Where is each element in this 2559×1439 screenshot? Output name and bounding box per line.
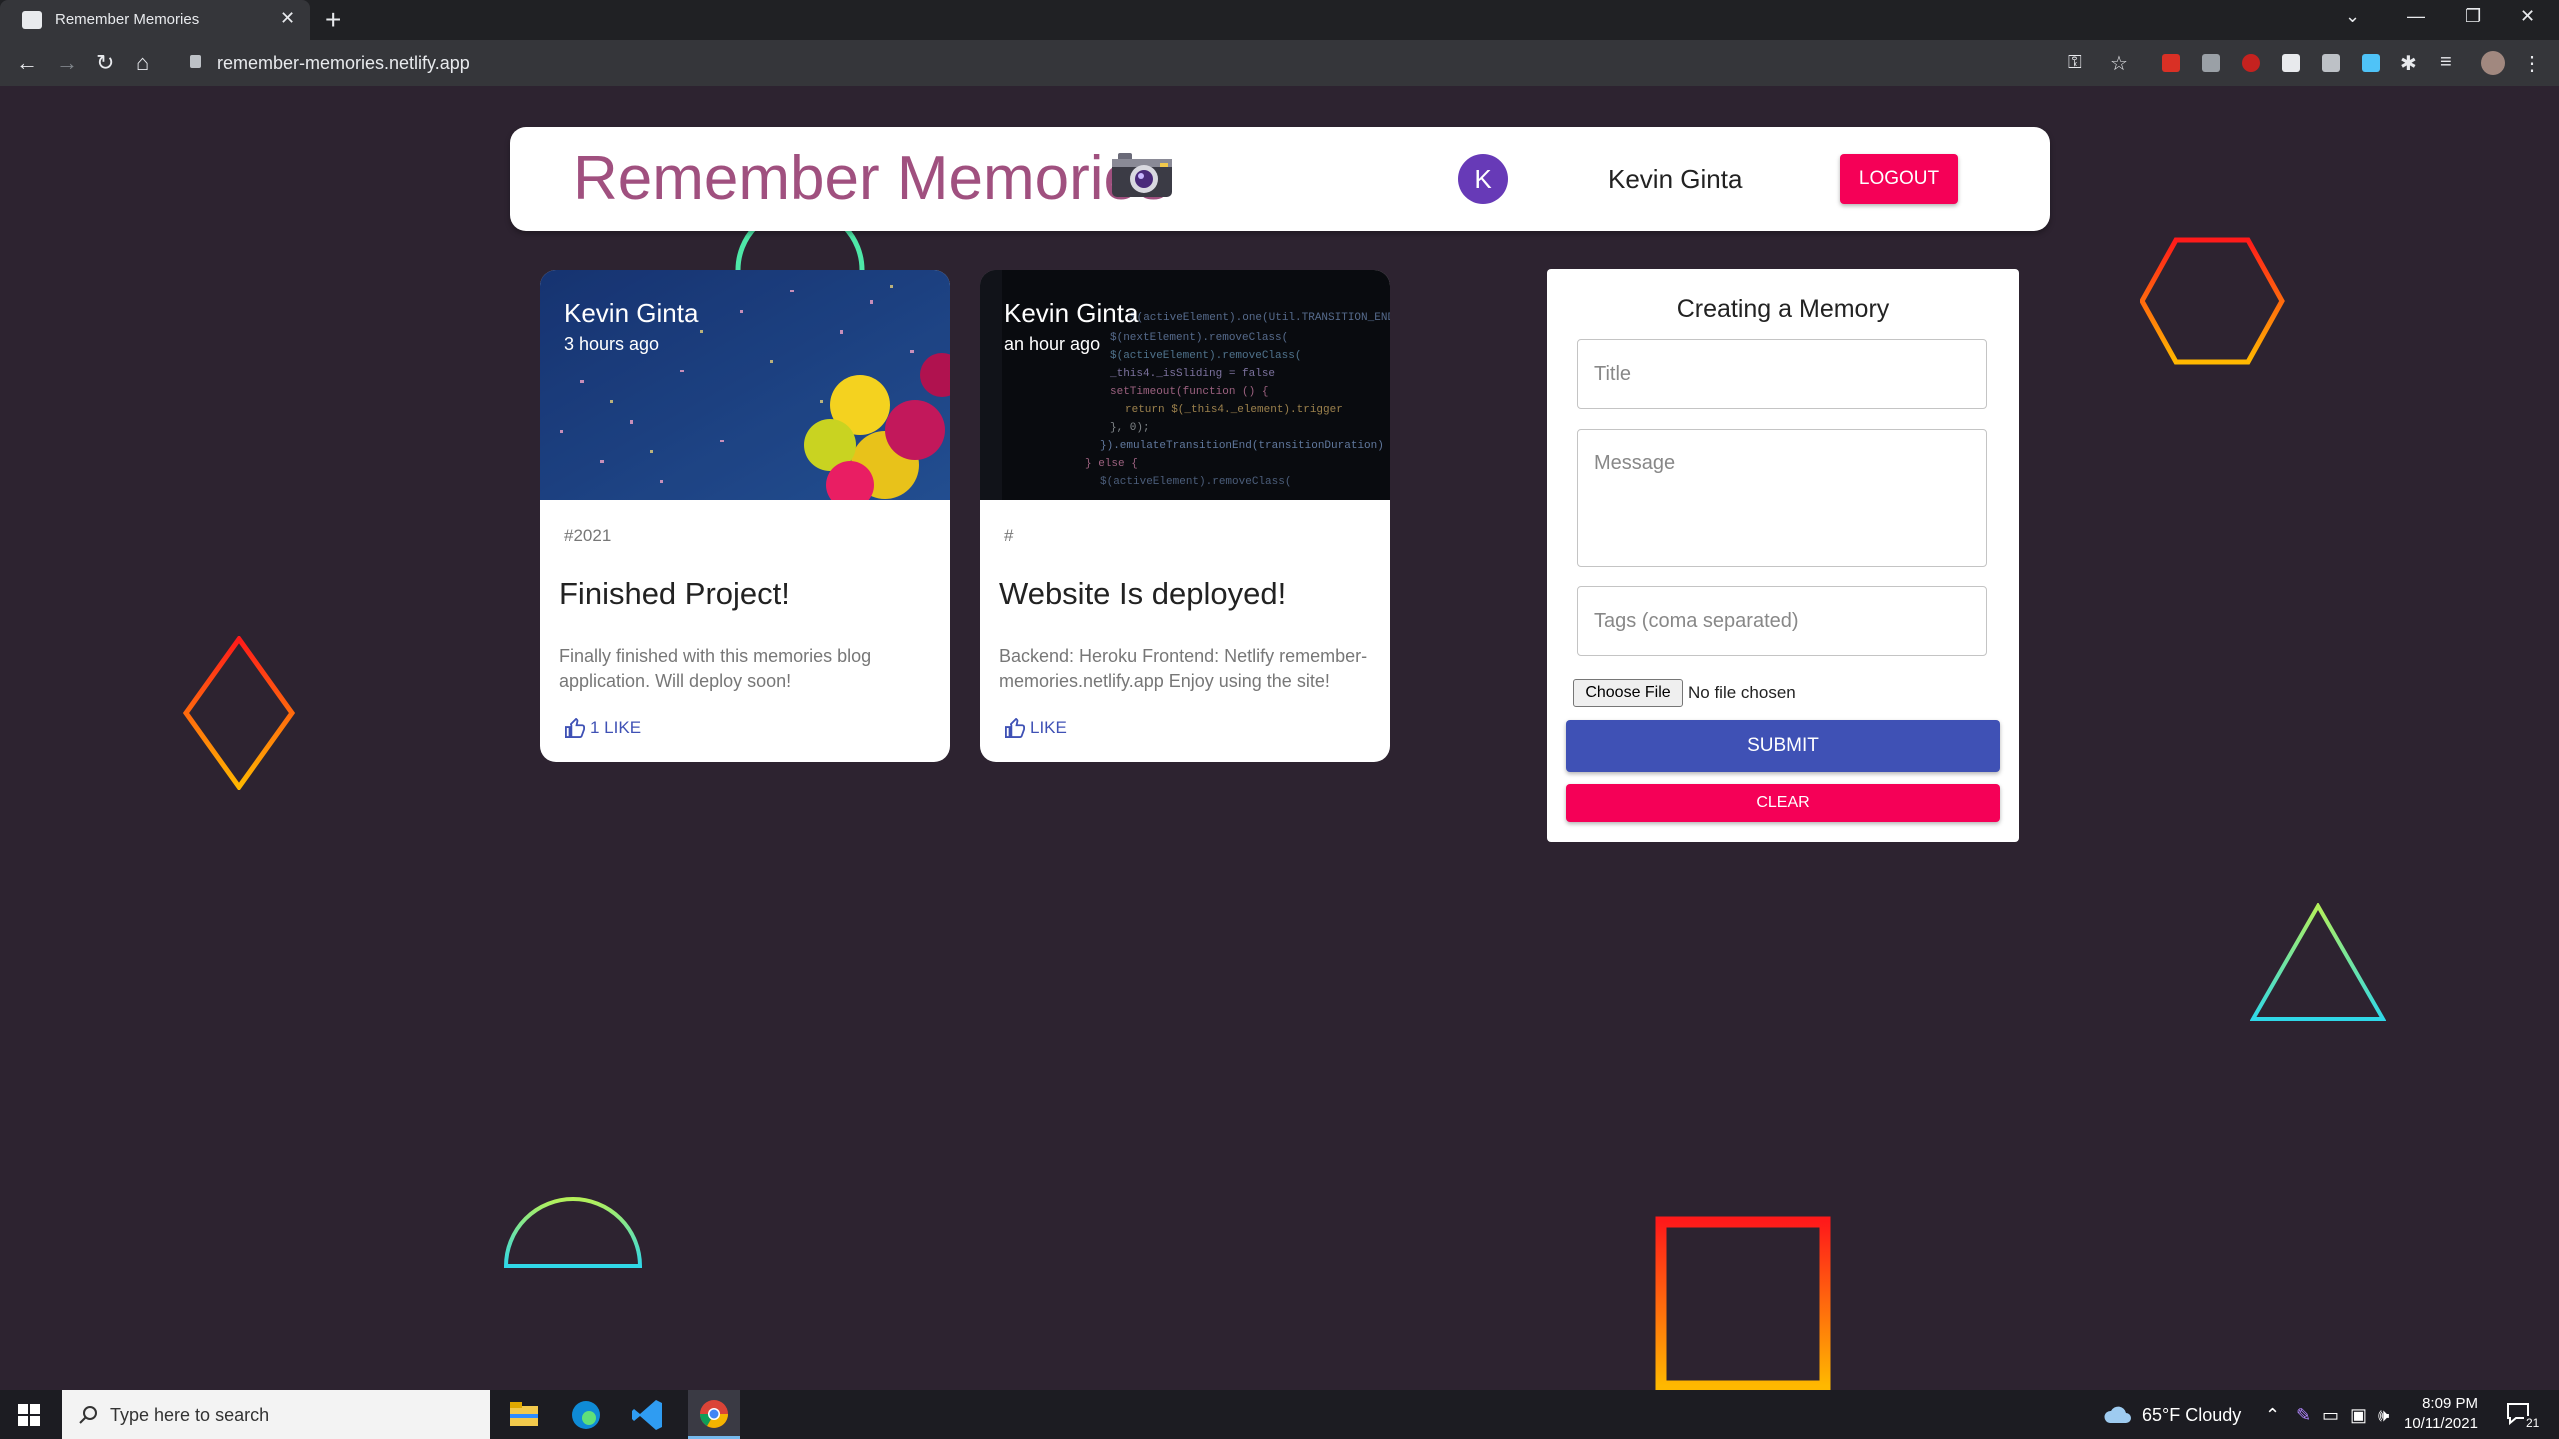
square-decoration	[1655, 1216, 1831, 1390]
reload-icon[interactable]: ↻	[96, 50, 114, 76]
memory-card: $(activeElement).one(Util.TRANSITION_END…	[980, 270, 1390, 762]
post-time: an hour ago	[1004, 334, 1101, 354]
like-label: LIKE	[1030, 718, 1067, 737]
network-icon[interactable]: ▭	[2322, 1405, 2339, 1426]
avatar: K	[1458, 154, 1508, 204]
thumb-up-icon	[1005, 717, 1025, 738]
new-tab-icon[interactable]: +	[325, 4, 341, 36]
ublock-icon[interactable]	[2242, 54, 2260, 72]
like-button[interactable]: 1 LIKE	[564, 717, 642, 738]
pen-icon[interactable]: ✎	[2296, 1405, 2311, 1426]
back-icon[interactable]: ←	[16, 50, 38, 76]
create-memory-form: Creating a Memory Choose File No file ch…	[1547, 269, 2019, 842]
star-icon[interactable]: ☆	[2110, 51, 2128, 76]
form-heading: Creating a Memory	[1676, 295, 1890, 323]
taskbar-search[interactable]: Type here to search	[62, 1390, 490, 1439]
tab-favicon-icon	[22, 11, 42, 29]
close-window-icon[interactable]: ✕	[2520, 6, 2535, 27]
forward-icon[interactable]: →	[56, 50, 78, 76]
home-icon[interactable]: ⌂	[136, 50, 149, 76]
volume-icon[interactable]: 🕪	[2378, 1405, 2389, 1426]
lock-icon[interactable]	[190, 55, 201, 68]
clock-date: 10/11/2021	[2404, 1415, 2478, 1432]
post-tags: #2021	[564, 526, 612, 545]
thumb-up-icon	[565, 717, 585, 738]
chrome-taskbar-button[interactable]	[688, 1390, 740, 1439]
memory-card: Kevin Ginta 3 hours ago #2021 Finished P…	[540, 270, 950, 762]
minimize-icon[interactable]: —	[2407, 6, 2425, 27]
browser-toolbar: ← → ↻ ⌂ remember-memories.netlify.app ⚿ …	[0, 40, 2559, 86]
key-icon[interactable]: ⚿	[2068, 52, 2082, 73]
like-button[interactable]: LIKE	[1004, 717, 1067, 738]
post-message: Backend: Heroku Frontend: Netlify rememb…	[999, 646, 1368, 691]
camera-icon	[1112, 153, 1172, 197]
notification-count: 21	[2524, 1416, 2542, 1430]
hexagon-decoration	[2140, 237, 2285, 365]
vscode-icon[interactable]	[628, 1396, 668, 1434]
extension-icon[interactable]	[2162, 54, 2180, 72]
post-title: Finished Project!	[559, 576, 790, 611]
user-name: Kevin Ginta	[1608, 164, 1743, 194]
browser-tabstrip: Remember Memories ✕ + ⌄ — ❐ ✕	[0, 0, 2559, 40]
diamond-decoration	[183, 636, 295, 790]
like-label: 1 LIKE	[590, 718, 642, 737]
choose-file-button[interactable]: Choose File	[1573, 679, 1683, 707]
file-status: No file chosen	[1688, 683, 1796, 702]
post-tags: #	[1004, 526, 1014, 545]
extension-icon[interactable]	[2362, 54, 2380, 72]
post-title: Website Is deployed!	[999, 576, 1287, 611]
search-icon	[79, 1406, 97, 1424]
app-title: Remember Memories	[573, 144, 1170, 213]
restore-icon[interactable]: ❐	[2465, 6, 2481, 27]
title-input[interactable]	[1577, 339, 1987, 409]
circle-decoration	[735, 226, 865, 270]
extensions-puzzle-icon[interactable]: ✱	[2400, 51, 2417, 76]
browser-menu-icon[interactable]: ⋮	[2522, 51, 2542, 76]
post-message: Finally finished with this memories blog…	[559, 646, 872, 691]
taskbar: Type here to search 65°F Cloudy ⌃ ✎ ▭ ▣ …	[0, 1390, 2559, 1439]
reading-list-icon[interactable]: ≡	[2440, 51, 2452, 74]
meet-now-icon[interactable]: ▣	[2350, 1405, 2367, 1426]
weather-text[interactable]: 65°F Cloudy	[2142, 1405, 2241, 1426]
post-author: Kevin Ginta	[564, 298, 699, 328]
clock[interactable]: 8:09 PM 10/11/2021	[2404, 1394, 2478, 1434]
extension-icon[interactable]	[2322, 54, 2340, 72]
cloud-icon	[2104, 1406, 2131, 1423]
tags-input[interactable]	[1577, 586, 1987, 656]
tab-search-icon[interactable]: ⌄	[2345, 6, 2360, 27]
windows-icon[interactable]	[18, 1404, 40, 1426]
clear-button[interactable]: CLEAR	[1566, 784, 2000, 822]
show-hidden-icons-icon[interactable]: ⌃	[2265, 1405, 2280, 1426]
edge-icon[interactable]	[566, 1396, 606, 1434]
extension-icon[interactable]	[2202, 54, 2220, 72]
post-time: 3 hours ago	[564, 334, 660, 354]
logout-button[interactable]: LOGOUT	[1840, 154, 1958, 204]
browser-tab[interactable]: Remember Memories ✕	[0, 0, 310, 40]
extension-icon[interactable]	[2282, 54, 2300, 72]
submit-button[interactable]: SUBMIT	[1566, 720, 2000, 772]
address-bar[interactable]: remember-memories.netlify.app	[217, 53, 470, 74]
message-input[interactable]	[1577, 429, 1987, 567]
file-explorer-icon[interactable]	[504, 1396, 544, 1434]
post-author: Kevin Ginta	[1004, 298, 1139, 328]
chrome-icon	[700, 1400, 728, 1428]
triangle-decoration	[2250, 903, 2386, 1021]
search-placeholder: Type here to search	[110, 1405, 270, 1425]
semicircle-decoration	[503, 1197, 643, 1268]
profile-avatar-icon[interactable]	[2481, 51, 2505, 75]
close-tab-icon[interactable]: ✕	[280, 8, 295, 29]
app-bar: Remember Memories K Kevin Ginta LOGOUT	[510, 127, 2050, 231]
clock-time: 8:09 PM	[2422, 1395, 2478, 1412]
tab-title: Remember Memories	[55, 11, 200, 28]
